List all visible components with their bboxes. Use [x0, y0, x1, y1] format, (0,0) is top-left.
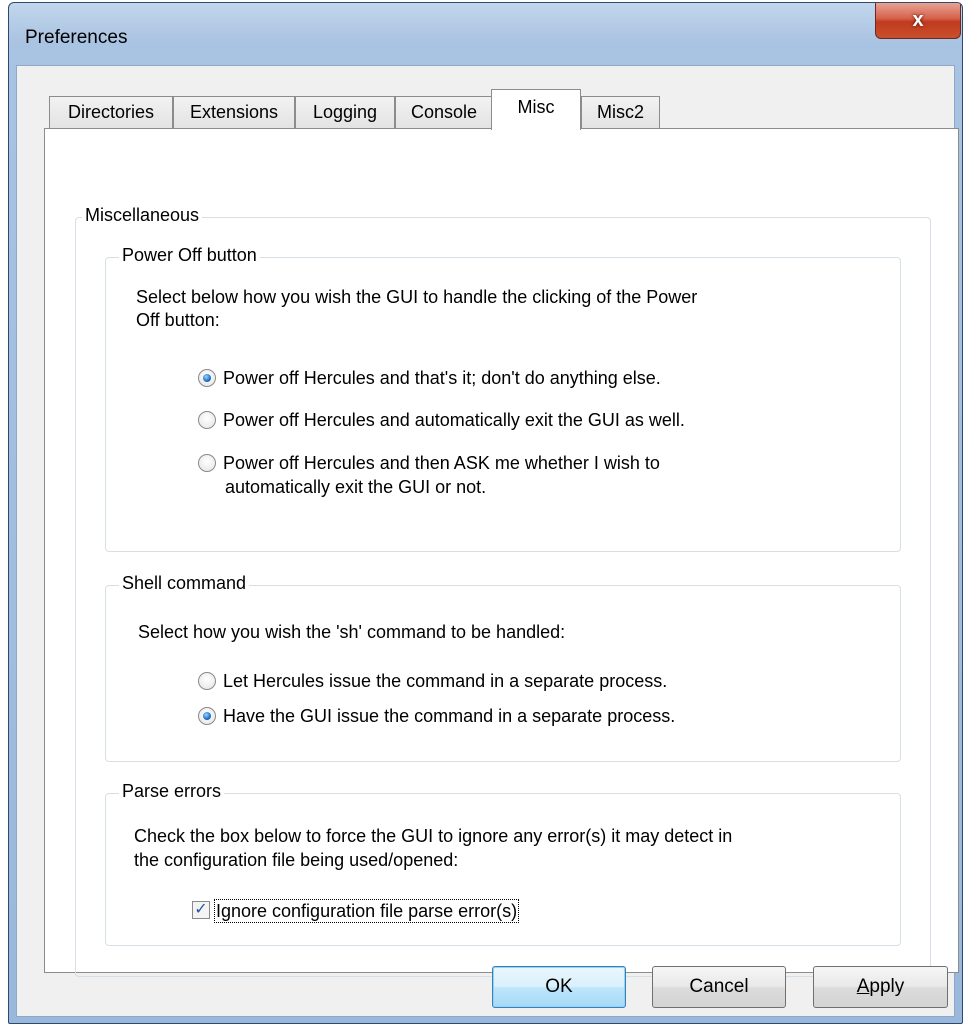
tab-logging[interactable]: Logging [295, 96, 395, 128]
ignore-parse-errors-checkbox[interactable]: ✓ [192, 901, 210, 919]
tab-misc2[interactable]: Misc2 [581, 96, 660, 128]
power-off-exit-gui-radio[interactable] [198, 411, 216, 429]
parse-errors-group: Parse errors Check the box below to forc… [105, 781, 901, 946]
tab-misc[interactable]: Misc [491, 89, 581, 130]
cancel-button-label: Cancel [689, 976, 749, 997]
power-off-only-radio[interactable] [198, 369, 216, 387]
apply-accelerator-key: A [856, 976, 870, 997]
tab-console[interactable]: Console [395, 96, 493, 128]
tab-label: Misc [517, 97, 555, 117]
shell-command-group-title: Shell command [119, 573, 250, 594]
tab-label: Misc2 [596, 102, 644, 122]
power-off-group: Power Off button Select below how you wi… [105, 245, 901, 552]
power-off-description-line2: Off button: [136, 310, 220, 330]
tab-label: Logging [312, 102, 378, 122]
parse-errors-description-line2: the configuration file being used/opened… [134, 850, 459, 870]
miscellaneous-group-title: Miscellaneous [82, 205, 203, 226]
parse-errors-group-title: Parse errors [119, 781, 225, 802]
power-off-exit-gui-label[interactable]: Power off Hercules and automatically exi… [223, 408, 685, 432]
checkmark-icon: ✓ [194, 901, 208, 918]
apply-button-label: Apply [857, 976, 905, 998]
apply-button[interactable]: Apply [813, 966, 948, 1008]
tab-label: Extensions [189, 102, 279, 122]
power-off-ask-label-line1[interactable]: Power off Hercules and then ASK me wheth… [223, 451, 660, 475]
ignore-parse-errors-label[interactable]: Ignore configuration file parse error(s) [214, 899, 520, 923]
dialog-client-area: Directories Extensions Logging Console M… [16, 65, 959, 1017]
tab-label: Console [410, 102, 478, 122]
tab-directories[interactable]: Directories [49, 96, 173, 128]
power-off-ask-radio[interactable] [198, 454, 216, 472]
shell-command-group: Shell command Select how you wish the 's… [105, 573, 901, 762]
cancel-button[interactable]: Cancel [652, 966, 786, 1008]
power-off-ask-label-line2[interactable]: automatically exit the GUI or not. [225, 475, 486, 499]
preferences-window: Preferences x Directories Extensions Log… [8, 2, 963, 1024]
power-off-description-line1: Select below how you wish the GUI to han… [136, 287, 698, 307]
power-off-only-label[interactable]: Power off Hercules and that's it; don't … [223, 366, 661, 390]
apply-label-rest: pply [869, 976, 905, 997]
misc-tab-panel: Miscellaneous Power Off button Select be… [44, 128, 959, 977]
close-button[interactable]: x [875, 3, 961, 39]
gui-shell-radio[interactable] [198, 707, 216, 725]
ok-button[interactable]: OK [492, 966, 626, 1008]
parse-errors-description-line1: Check the box below to force the GUI to … [134, 826, 733, 846]
hercules-shell-radio[interactable] [198, 672, 216, 690]
tab-label: Directories [67, 102, 155, 122]
shell-command-description: Select how you wish the 'sh' command to … [138, 622, 566, 642]
gui-shell-label[interactable]: Have the GUI issue the command in a sepa… [223, 704, 675, 728]
ok-button-label: OK [545, 976, 573, 997]
hercules-shell-label[interactable]: Let Hercules issue the command in a sepa… [223, 669, 667, 693]
window-title: Preferences [25, 27, 128, 48]
power-off-group-title: Power Off button [119, 245, 260, 266]
close-icon: x [912, 8, 924, 31]
tab-extensions[interactable]: Extensions [173, 96, 295, 128]
